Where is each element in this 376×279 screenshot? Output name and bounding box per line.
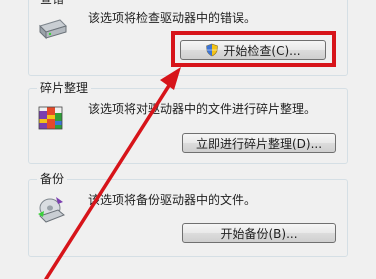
annotation-arrow-icon <box>44 67 181 279</box>
